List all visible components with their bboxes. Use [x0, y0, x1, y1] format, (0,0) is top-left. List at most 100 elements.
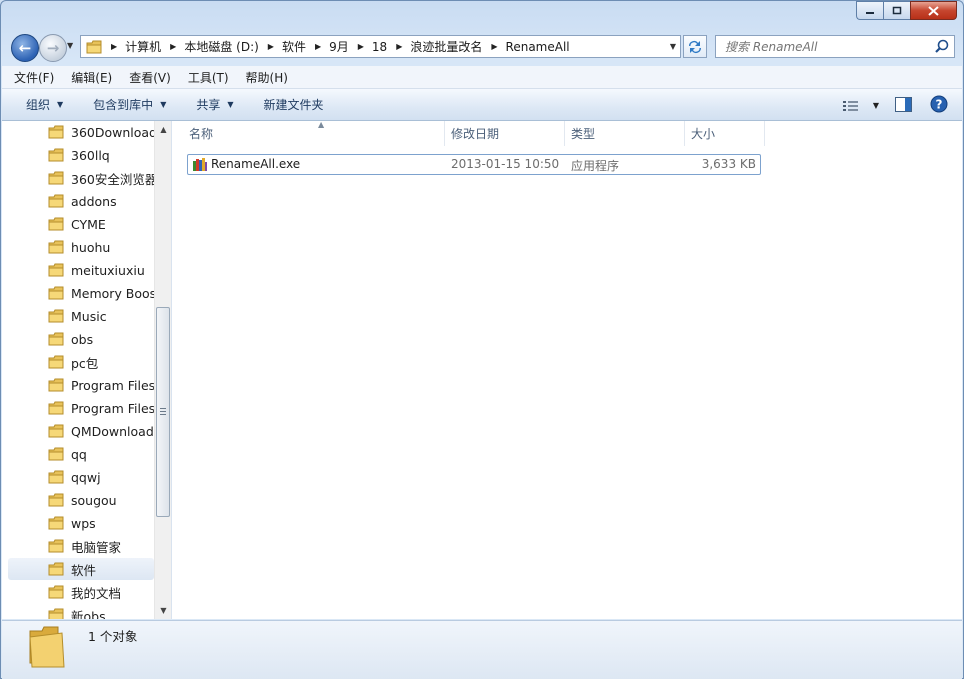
- new-folder-label: 新建文件夹: [263, 98, 324, 112]
- organize-button[interactable]: 组织 ▼: [26, 96, 63, 113]
- folder-icon: [48, 194, 64, 208]
- chevron-right-icon[interactable]: ▶: [358, 42, 364, 51]
- file-type: 应用程序: [571, 159, 620, 173]
- refresh-button[interactable]: [683, 35, 707, 58]
- sidebar-item[interactable]: wps: [8, 512, 154, 534]
- sidebar-item[interactable]: Music: [8, 305, 154, 327]
- menu-view[interactable]: 查看(V): [124, 69, 176, 86]
- chevron-right-icon[interactable]: ▶: [396, 42, 402, 51]
- column-header-modified[interactable]: 修改日期: [445, 121, 565, 146]
- search-icon[interactable]: [935, 39, 949, 53]
- application-icon: [193, 158, 207, 171]
- preview-pane-icon: [895, 96, 912, 112]
- maximize-button[interactable]: [883, 1, 910, 20]
- explorer-window: ← → ▼ ▶ 计算机 ▶ 本地磁盘 (D:) ▶ 软件 ▶ 9月 ▶ 18 ▶…: [0, 0, 964, 679]
- sidebar-item[interactable]: 360安全浏览器下载: [8, 167, 154, 189]
- column-header-name[interactable]: 名称 ▲: [183, 120, 445, 146]
- sidebar-item[interactable]: meituxiuxiu: [8, 259, 154, 281]
- back-arrow-icon: ←: [18, 39, 32, 57]
- status-bar: 1 个对象: [2, 620, 962, 679]
- recent-pages-dropdown[interactable]: ▼: [67, 41, 73, 50]
- preview-pane-button[interactable]: [895, 96, 912, 115]
- folder-icon: [48, 286, 64, 300]
- chevron-right-icon[interactable]: ▶: [170, 42, 176, 51]
- help-button[interactable]: ?: [930, 95, 948, 116]
- folder-icon: [48, 585, 64, 599]
- column-header-size[interactable]: 大小: [685, 121, 765, 146]
- column-header-type[interactable]: 类型: [565, 121, 685, 146]
- breadcrumb-18[interactable]: 18: [372, 40, 387, 54]
- breadcrumb-rename-tool[interactable]: 浪迹批量改名: [410, 38, 482, 55]
- sidebar-item[interactable]: 360llq: [8, 144, 154, 166]
- chevron-right-icon[interactable]: ▶: [491, 42, 497, 51]
- folder-icon: [48, 470, 64, 484]
- column-header-size-label: 大小: [691, 127, 716, 141]
- menu-help[interactable]: 帮助(H): [241, 69, 293, 86]
- back-button[interactable]: ←: [11, 34, 39, 62]
- menu-file[interactable]: 文件(F): [9, 69, 59, 86]
- scrollbar-thumb[interactable]: [156, 307, 170, 517]
- column-header-name-label: 名称: [189, 127, 214, 141]
- folder-icon: [48, 562, 64, 576]
- sidebar-item[interactable]: 软件: [8, 558, 154, 580]
- sidebar-item[interactable]: 电脑管家: [8, 535, 154, 557]
- address-history-dropdown[interactable]: ▼: [670, 42, 676, 51]
- breadcrumb-september[interactable]: 9月: [329, 38, 349, 55]
- sidebar-item-label: 360llq: [71, 147, 110, 163]
- sidebar-item[interactable]: addons: [8, 190, 154, 212]
- navigation-pane: 360Downloads 360llq 360安全浏览器下载 addons CYME hu…: [2, 121, 172, 619]
- table-row[interactable]: RenameAll.exe 2013-01-15 10:50 应用程序 3,63…: [187, 154, 761, 175]
- breadcrumb-local-disk[interactable]: 本地磁盘 (D:): [184, 38, 258, 55]
- chevron-down-icon[interactable]: ▼: [873, 101, 879, 110]
- sidebar-item[interactable]: qqwj: [8, 466, 154, 488]
- folder-icon: [48, 148, 64, 162]
- sidebar-item[interactable]: QMDownload: [8, 420, 154, 442]
- file-name: RenameAll.exe: [211, 157, 301, 171]
- minimize-button[interactable]: [856, 1, 883, 20]
- sidebar-item-label: CYME: [71, 216, 106, 232]
- sidebar-item-label: obs: [71, 331, 94, 347]
- forward-button[interactable]: →: [39, 34, 67, 62]
- breadcrumb-software[interactable]: 软件: [282, 38, 306, 55]
- new-folder-button[interactable]: 新建文件夹: [264, 96, 324, 113]
- sidebar-item-label: qqwj: [71, 469, 101, 485]
- chevron-right-icon[interactable]: ▶: [315, 42, 321, 51]
- chevron-right-icon[interactable]: ▶: [268, 42, 274, 51]
- address-bar[interactable]: ▶ 计算机 ▶ 本地磁盘 (D:) ▶ 软件 ▶ 9月 ▶ 18 ▶ 浪迹批量改…: [80, 35, 681, 58]
- sidebar-item[interactable]: sougou: [8, 489, 154, 511]
- breadcrumb-computer[interactable]: 计算机: [125, 38, 161, 55]
- scroll-up-arrow-icon[interactable]: ▲: [155, 121, 171, 138]
- search-box[interactable]: [715, 35, 955, 58]
- menu-edit[interactable]: 编辑(E): [66, 69, 117, 86]
- sidebar-item[interactable]: Program Files (x86): [8, 397, 154, 419]
- search-input[interactable]: [723, 39, 927, 55]
- sidebar-item-label: 新obs: [71, 608, 106, 620]
- menu-tools[interactable]: 工具(T): [183, 69, 234, 86]
- close-button[interactable]: [910, 1, 957, 20]
- scroll-down-arrow-icon[interactable]: ▼: [155, 602, 171, 619]
- sidebar-item-label: qq: [71, 446, 87, 462]
- sidebar-item[interactable]: Program Files: [8, 374, 154, 396]
- sidebar-item[interactable]: 新obs: [8, 604, 154, 619]
- sidebar-item[interactable]: 我的文档: [8, 581, 154, 603]
- sidebar-item[interactable]: Memory Booster: [8, 282, 154, 304]
- include-in-library-button[interactable]: 包含到库中 ▼: [93, 96, 166, 113]
- sidebar-item[interactable]: CYME: [8, 213, 154, 235]
- sidebar-item[interactable]: 360Downloads: [8, 121, 154, 143]
- folder-icon: [48, 447, 64, 461]
- change-view-button[interactable]: ▼: [842, 100, 879, 112]
- share-label: 共享: [196, 98, 221, 112]
- sidebar-item[interactable]: qq: [8, 443, 154, 465]
- sidebar-item[interactable]: pc包: [8, 351, 154, 373]
- sidebar-item-label: 我的文档: [71, 585, 122, 601]
- folder-icon: [86, 40, 102, 53]
- breadcrumb-renameall[interactable]: RenameAll: [506, 40, 570, 54]
- share-button[interactable]: 共享 ▼: [196, 96, 233, 113]
- navigation-scrollbar[interactable]: ▲ ▼: [154, 121, 171, 619]
- column-header-modified-label: 修改日期: [451, 127, 500, 141]
- sidebar-item[interactable]: obs: [8, 328, 154, 350]
- sidebar-item-label: Music: [71, 308, 107, 324]
- sidebar-item[interactable]: huohu: [8, 236, 154, 258]
- chevron-right-icon[interactable]: ▶: [111, 42, 117, 51]
- folder-icon: [48, 493, 64, 507]
